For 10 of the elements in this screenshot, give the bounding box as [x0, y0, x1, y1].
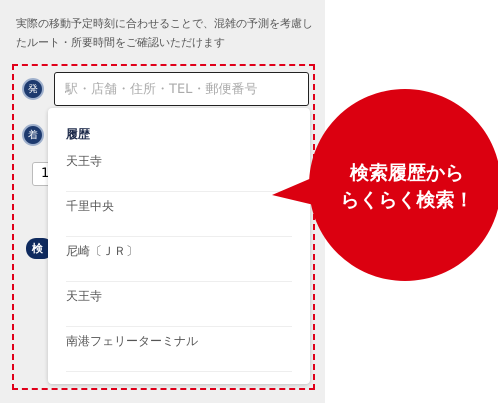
history-item[interactable]: 南港フェリーターミナル	[66, 327, 292, 372]
callout-text: らくらく検索！	[340, 188, 474, 213]
history-item[interactable]: 天王寺	[66, 282, 292, 327]
callout-text: 検索履歴から	[350, 161, 464, 186]
arrival-pin-icon: 着	[22, 124, 44, 146]
history-heading: 履歴	[66, 126, 91, 143]
departure-pin-icon: 発	[22, 78, 44, 100]
description-text: 実際の移動予定時刻に合わせることで、混雑の予測を考慮したルート・所要時間をご確認いただけます	[16, 16, 314, 51]
history-item[interactable]: 尼崎〔ＪＲ〕	[66, 237, 292, 282]
departure-input-field[interactable]: 駅・店舗・住所・TEL・郵便番号	[54, 72, 309, 106]
